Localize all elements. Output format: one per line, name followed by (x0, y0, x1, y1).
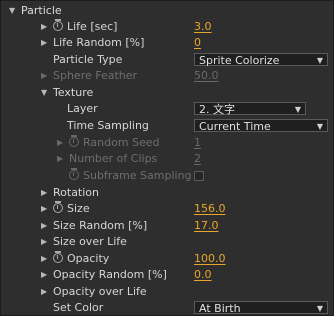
time-sampling-selected: Current Time (199, 120, 271, 133)
stopwatch-icon (69, 168, 79, 180)
layer-dropdown[interactable]: 2. 文字 ▼ (194, 102, 306, 116)
subframe-sampling-checkbox (194, 171, 204, 181)
expand-triangle-icon: ▶ (41, 71, 48, 80)
property-row-texture[interactable]: ▼ Texture (1, 85, 333, 101)
particle-group-header[interactable]: ▼ Particle (1, 3, 333, 19)
effect-controls-panel: ▼ Particle ▶ Life [sec] 3.0 ▶ Life Rando… (0, 0, 334, 316)
property-row-subframe-sampling: Subframe Sampling (1, 168, 333, 184)
set-color-label: Set Color (53, 301, 104, 314)
property-row-life: ▶ Life [sec] 3.0 (1, 19, 333, 35)
property-row-opacity: ▶ Opacity 100.0 (1, 251, 333, 267)
random-seed-value: 1 (194, 136, 201, 149)
sphere-feather-label: Sphere Feather (53, 69, 138, 82)
opacity-over-life-label: Opacity over Life (53, 285, 147, 298)
expand-triangle-icon[interactable]: ▶ (41, 234, 47, 250)
stopwatch-icon[interactable] (53, 19, 63, 31)
property-row-time-sampling: Time Sampling Current Time ▼ (1, 118, 333, 134)
life-random-label: Life Random [%] (53, 36, 145, 49)
property-row-layer: Layer 2. 文字 ▼ (1, 101, 333, 117)
property-row-life-random: ▶ Life Random [%] 0 (1, 35, 333, 51)
property-row-number-of-clips: ▶ Number of Clips 2 (1, 151, 333, 167)
number-of-clips-label: Number of Clips (69, 152, 158, 165)
expand-triangle-icon: ▶ (57, 138, 64, 147)
property-row-size-over-life[interactable]: ▶ Size over Life (1, 234, 333, 250)
size-over-life-label: Size over Life (53, 235, 127, 248)
chevron-down-icon: ▼ (316, 304, 323, 313)
life-random-value[interactable]: 0 (194, 35, 201, 51)
expand-triangle-icon: ▶ (57, 154, 64, 163)
set-color-dropdown[interactable]: At Birth ▼ (194, 301, 328, 315)
opacity-value[interactable]: 100.0 (194, 251, 226, 267)
size-random-value[interactable]: 17.0 (194, 218, 219, 234)
expand-triangle-icon[interactable]: ▶ (41, 267, 47, 283)
expand-triangle-icon[interactable]: ▶ (41, 251, 47, 267)
time-sampling-label: Time Sampling (67, 119, 149, 132)
set-color-selected: At Birth (199, 302, 241, 315)
stopwatch-icon[interactable] (53, 251, 63, 263)
layer-selected: 2. 文字 (199, 103, 235, 116)
life-label: Life [sec] (67, 20, 118, 33)
life-value[interactable]: 3.0 (194, 19, 212, 35)
layer-label: Layer (67, 102, 98, 115)
expand-triangle-icon[interactable]: ▶ (41, 19, 47, 35)
chevron-down-icon: ▼ (316, 56, 323, 65)
property-row-random-seed: ▶ Random Seed 1 (1, 135, 333, 151)
particle-type-selected: Sprite Colorize (199, 54, 280, 67)
size-value[interactable]: 156.0 (194, 201, 226, 217)
size-random-label: Size Random [%] (53, 219, 148, 232)
particle-type-dropdown[interactable]: Sprite Colorize ▼ (194, 53, 328, 67)
time-sampling-dropdown[interactable]: Current Time ▼ (194, 119, 328, 133)
property-row-set-color: Set Color At Birth ▼ (1, 300, 333, 316)
opacity-label: Opacity (67, 252, 110, 265)
expand-triangle-icon[interactable]: ▶ (41, 201, 47, 217)
chevron-down-icon: ▼ (316, 122, 323, 131)
subframe-sampling-label: Subframe Sampling (83, 169, 192, 182)
size-label: Size (67, 202, 90, 215)
opacity-random-label: Opacity Random [%] (53, 268, 167, 281)
random-seed-label: Random Seed (83, 136, 160, 149)
collapse-triangle-icon[interactable]: ▼ (41, 85, 47, 101)
sphere-feather-value: 50.0 (194, 69, 219, 82)
rotation-label: Rotation (53, 186, 100, 199)
expand-triangle-icon[interactable]: ▶ (41, 35, 47, 51)
particle-group-label: Particle (21, 4, 62, 17)
property-row-opacity-over-life[interactable]: ▶ Opacity over Life (1, 284, 333, 300)
stopwatch-icon[interactable] (53, 201, 63, 213)
expand-triangle-icon[interactable]: ▶ (41, 284, 47, 300)
expand-triangle-icon[interactable]: ▶ (41, 185, 47, 201)
chevron-down-icon: ▼ (294, 105, 301, 114)
property-row-particle-type: Particle Type Sprite Colorize ▼ (1, 52, 333, 68)
particle-type-label: Particle Type (53, 53, 123, 66)
opacity-random-value[interactable]: 0.0 (194, 267, 212, 283)
property-row-size: ▶ Size 156.0 (1, 201, 333, 217)
property-row-rotation[interactable]: ▶ Rotation (1, 185, 333, 201)
texture-label: Texture (53, 86, 94, 99)
property-row-sphere-feather: ▶ Sphere Feather 50.0 (1, 68, 333, 84)
collapse-triangle-icon[interactable]: ▼ (9, 3, 15, 19)
property-row-size-random: ▶ Size Random [%] 17.0 (1, 218, 333, 234)
property-row-opacity-random: ▶ Opacity Random [%] 0.0 (1, 267, 333, 283)
stopwatch-icon (69, 135, 79, 147)
expand-triangle-icon[interactable]: ▶ (41, 218, 47, 234)
number-of-clips-value: 2 (194, 152, 201, 165)
